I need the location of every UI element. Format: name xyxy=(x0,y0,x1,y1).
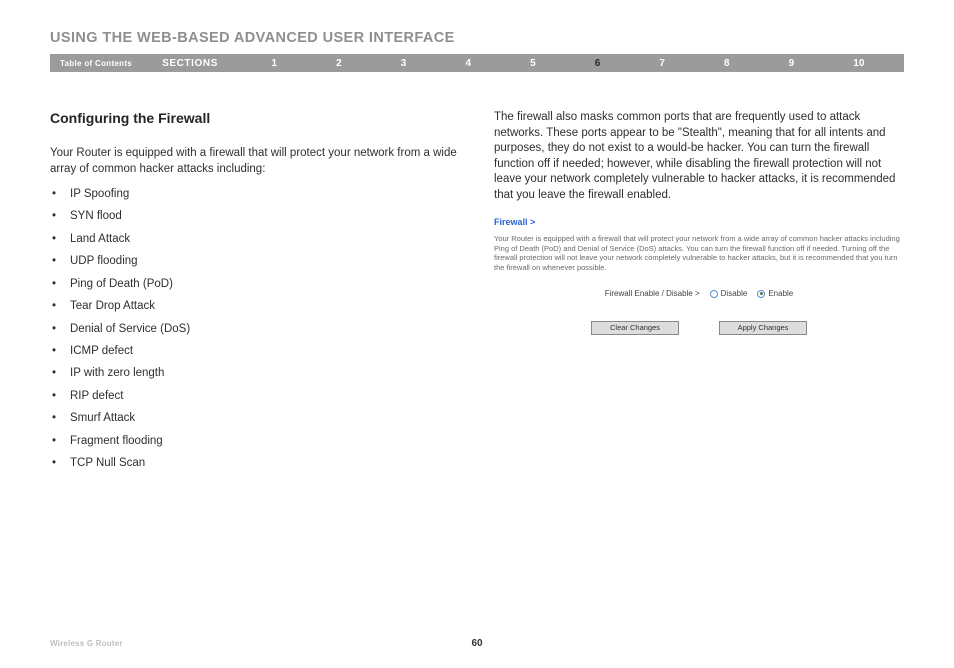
section-link-1[interactable]: 1 xyxy=(264,58,286,69)
section-link-5[interactable]: 5 xyxy=(522,58,544,69)
page-header: USING THE WEB-BASED ADVANCED USER INTERF… xyxy=(50,30,904,46)
section-link-3[interactable]: 3 xyxy=(393,58,415,69)
section-link-8[interactable]: 8 xyxy=(716,58,738,69)
list-item: Ping of Death (PoD) xyxy=(70,273,460,295)
section-link-2[interactable]: 2 xyxy=(328,58,350,69)
section-items: 1 2 3 4 5 6 7 8 9 10 xyxy=(232,54,904,72)
radio-enable[interactable]: Enable xyxy=(757,289,793,299)
radio-disable[interactable]: Disable xyxy=(710,289,748,299)
right-column: The firewall also masks common ports tha… xyxy=(494,110,904,475)
firewall-panel: Firewall > Your Router is equipped with … xyxy=(494,217,904,335)
section-link-4[interactable]: 4 xyxy=(457,58,479,69)
clear-changes-button[interactable]: Clear Changes xyxy=(591,321,679,335)
radio-icon xyxy=(757,290,765,298)
page-footer: Wireless G Router 60 xyxy=(50,639,904,648)
radio-label: Disable xyxy=(721,289,748,299)
list-item: Land Attack xyxy=(70,228,460,250)
panel-description: Your Router is equipped with a firewall … xyxy=(494,234,904,273)
list-item: SYN flood xyxy=(70,205,460,227)
attack-list: IP Spoofing SYN flood Land Attack UDP fl… xyxy=(50,183,460,474)
list-item: RIP defect xyxy=(70,385,460,407)
radio-icon xyxy=(710,290,718,298)
radio-label: Enable xyxy=(768,289,793,299)
list-item: UDP flooding xyxy=(70,250,460,272)
toc-link[interactable]: Table of Contents xyxy=(50,54,142,72)
list-item: Fragment flooding xyxy=(70,430,460,452)
list-item: Smurf Attack xyxy=(70,407,460,429)
toggle-label: Firewall Enable / Disable > xyxy=(605,289,700,299)
subheading: Configuring the Firewall xyxy=(50,110,460,126)
firewall-toggle-row: Firewall Enable / Disable > Disable Enab… xyxy=(494,289,904,299)
panel-title[interactable]: Firewall > xyxy=(494,217,904,229)
list-item: TCP Null Scan xyxy=(70,452,460,474)
list-item: IP with zero length xyxy=(70,362,460,384)
apply-changes-button[interactable]: Apply Changes xyxy=(719,321,807,335)
intro-paragraph: Your Router is equipped with a firewall … xyxy=(50,146,460,177)
list-item: ICMP defect xyxy=(70,340,460,362)
section-link-7[interactable]: 7 xyxy=(651,58,673,69)
left-column: Configuring the Firewall Your Router is … xyxy=(50,110,460,475)
list-item: Tear Drop Attack xyxy=(70,295,460,317)
product-name: Wireless G Router xyxy=(50,639,123,648)
sections-label: SECTIONS xyxy=(142,54,232,72)
section-link-10[interactable]: 10 xyxy=(845,58,872,69)
section-link-9[interactable]: 9 xyxy=(781,58,803,69)
section-link-6[interactable]: 6 xyxy=(587,58,609,69)
right-paragraph: The firewall also masks common ports tha… xyxy=(494,110,904,203)
list-item: IP Spoofing xyxy=(70,183,460,205)
page-number: 60 xyxy=(471,638,482,649)
panel-button-row: Clear Changes Apply Changes xyxy=(494,321,904,335)
content-area: Configuring the Firewall Your Router is … xyxy=(50,110,904,475)
list-item: Denial of Service (DoS) xyxy=(70,318,460,340)
section-navbar: Table of Contents SECTIONS 1 2 3 4 5 6 7… xyxy=(50,54,904,72)
